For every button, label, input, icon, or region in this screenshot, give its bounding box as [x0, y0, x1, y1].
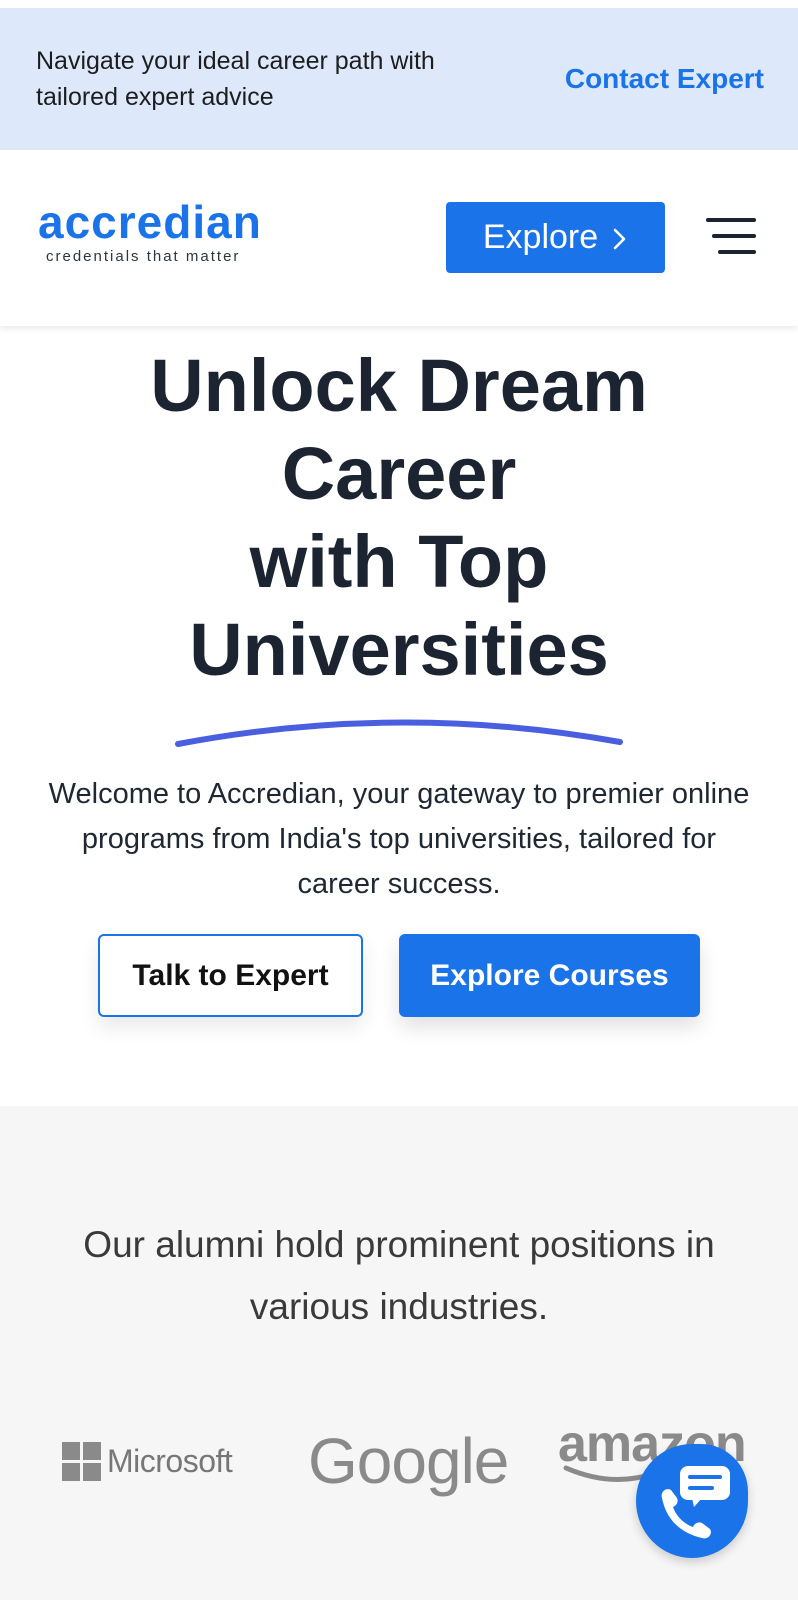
logo-tagline: credentials that matter [46, 248, 241, 265]
status-strip [0, 0, 798, 8]
promo-banner: Navigate your ideal career path with tai… [0, 8, 798, 150]
chevron-right-icon [613, 228, 626, 249]
alumni-heading: Our alumni hold prominent positions in v… [83, 1224, 715, 1327]
explore-courses-button[interactable]: Explore Courses [399, 934, 700, 1017]
hero-title-line: Universities [189, 608, 609, 691]
accredian-logo[interactable]: accredian credentials that matter [38, 198, 262, 265]
logo-wordmark: accredian [38, 196, 262, 248]
microsoft-wordmark: Microsoft [107, 1443, 233, 1479]
explore-button[interactable]: Explore [446, 202, 665, 273]
hero-title: Unlock Dream Career with Top Universitie… [0, 342, 798, 694]
microsoft-grid-icon [62, 1442, 101, 1481]
promo-text: Navigate your ideal career path with tai… [36, 47, 435, 111]
hero-title-line: with Top [249, 520, 549, 603]
talk-to-expert-button[interactable]: Talk to Expert [98, 934, 363, 1017]
title-underline [175, 719, 623, 747]
chat-call-icon [661, 1466, 730, 1539]
hero-title-line: Career [281, 432, 517, 515]
chat-call-button[interactable] [636, 1444, 748, 1558]
hero-title-line: Unlock Dream [150, 344, 648, 427]
google-logo: Google [308, 1425, 509, 1497]
navbar: accredian credentials that matter Explor… [0, 150, 798, 326]
hamburger-menu-icon[interactable] [706, 216, 756, 256]
explore-button-label: Explore [482, 218, 599, 256]
hero-description: Welcome to Accredian, your gateway to pr… [48, 778, 750, 900]
contact-expert-link[interactable]: Contact Expert [565, 63, 764, 95]
microsoft-logo: Microsoft [62, 1442, 233, 1481]
